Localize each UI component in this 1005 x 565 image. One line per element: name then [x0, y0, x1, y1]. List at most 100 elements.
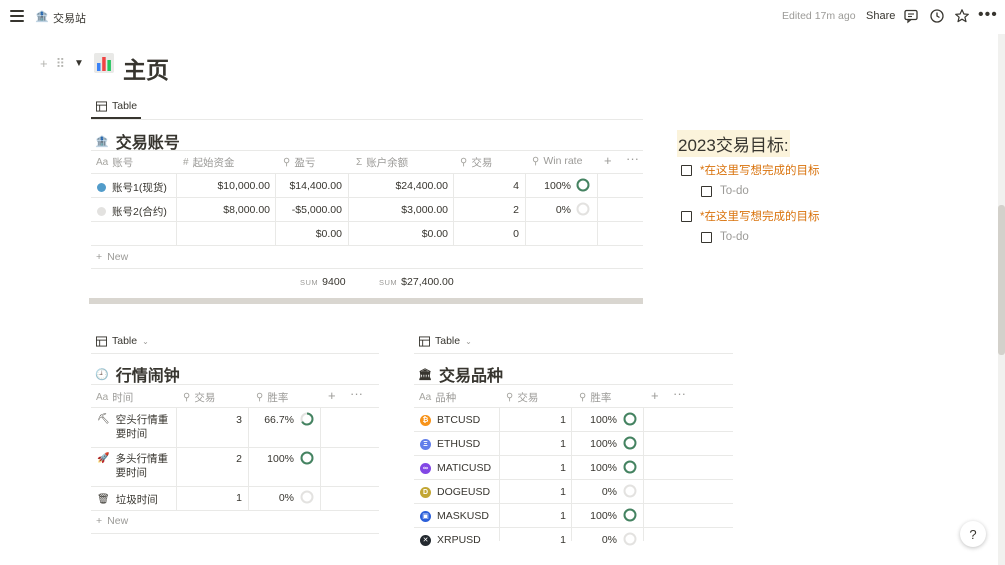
more-options-icon[interactable]: ··· [673, 386, 686, 401]
column-divider [643, 407, 644, 541]
trades-cell[interactable]: 1 [503, 438, 566, 450]
column-header-trades[interactable]: ⚲ 交易 [506, 390, 538, 405]
account-name-cell[interactable]: 账号2(合约) [97, 204, 167, 219]
clock-icon[interactable] [929, 8, 945, 24]
winrate-cell[interactable]: 0% [575, 486, 617, 498]
bar-chart-icon[interactable] [93, 52, 115, 74]
column-header-trades[interactable]: ⚲ 交易 [183, 390, 215, 405]
checkbox[interactable] [681, 164, 692, 176]
trades-cell[interactable]: 1 [503, 486, 566, 498]
symbol-name-cell[interactable]: ✕ XRPUSD [420, 534, 481, 546]
alarm-name-cell[interactable]: 🗑 垃圾时间 [97, 492, 158, 507]
add-block-icon[interactable]: + [40, 56, 48, 72]
column-header-winrate[interactable]: ⚲ Win rate [532, 155, 582, 167]
balance-cell[interactable]: $3,000.00 [352, 204, 448, 216]
share-button[interactable]: Share [866, 10, 895, 22]
trades-cell[interactable]: 1 [503, 462, 566, 474]
winrate-cell[interactable]: 100% [528, 180, 571, 192]
horizontal-scrollbar[interactable] [89, 298, 643, 304]
toggle-triangle-icon[interactable]: ▼ [74, 58, 84, 69]
winrate-cell[interactable]: 100% [252, 453, 294, 465]
winrate-cell[interactable]: 100% [575, 510, 617, 522]
account-name-cell[interactable]: 账号1(现货) [97, 180, 167, 195]
winrate-cell[interactable]: 100% [575, 414, 617, 426]
sum-balance[interactable]: SUM $27,400.00 [379, 276, 454, 288]
column-header-winrate[interactable]: ⚲ 胜率 [256, 390, 288, 405]
winrate-cell[interactable]: 0% [252, 492, 294, 504]
trades-cell[interactable]: 0 [456, 228, 519, 240]
breadcrumb[interactable]: 交易站 [53, 10, 86, 26]
database-title-symbols[interactable]: 🏛 交易品种 [418, 362, 503, 386]
trades-cell[interactable]: 1 [503, 414, 566, 426]
balance-cell[interactable]: $24,400.00 [352, 180, 448, 192]
comment-icon[interactable] [903, 8, 919, 24]
winrate-cell[interactable]: 100% [575, 438, 617, 450]
winrate-cell[interactable]: 66.7% [252, 414, 294, 426]
column-header-trades[interactable]: ⚲ 交易 [460, 155, 492, 170]
new-row-button[interactable]: + New [96, 515, 128, 527]
add-column-icon[interactable]: + [651, 388, 659, 403]
block-handles: + ⠿ [40, 56, 65, 72]
trades-cell[interactable]: 1 [503, 510, 566, 522]
star-icon[interactable] [954, 8, 970, 24]
trades-cell[interactable]: 2 [180, 453, 242, 465]
sub-todo-item[interactable]: To-do [701, 185, 749, 197]
trades-cell[interactable]: 3 [180, 414, 242, 426]
winrate-cell[interactable]: 0% [528, 204, 571, 216]
checkbox[interactable] [681, 210, 692, 222]
winrate-cell[interactable]: 100% [575, 462, 617, 474]
pnl-cell[interactable]: $0.00 [278, 228, 342, 240]
column-header-winrate[interactable]: ⚲ 胜率 [579, 390, 611, 405]
alarm-name-cell[interactable]: ⛏ 空头行情重要时间 [97, 413, 173, 441]
menu-icon[interactable] [10, 9, 24, 23]
trades-cell[interactable]: 2 [456, 204, 519, 216]
checkbox[interactable] [701, 185, 712, 197]
column-header-time[interactable]: Aa 时间 [96, 390, 133, 405]
add-column-icon[interactable]: + [328, 388, 336, 403]
symbol-name-cell[interactable]: D DOGEUSD [420, 486, 490, 498]
more-options-icon[interactable]: ··· [350, 386, 363, 401]
new-row-button[interactable]: + New [96, 251, 128, 263]
row-border [91, 486, 379, 487]
sub-todo-item[interactable]: To-do [701, 231, 749, 243]
more-icon[interactable]: ••• [978, 6, 998, 24]
tab-table-symbols[interactable]: Table ⌄ [419, 335, 472, 347]
symbol-name-cell[interactable]: ▣ MASKUSD [420, 510, 489, 522]
doge-icon: D [420, 486, 431, 498]
todo-text: To-do [720, 185, 749, 197]
table-icon [96, 335, 107, 347]
column-header-start-capital[interactable]: # 起始资金 [183, 155, 235, 170]
pnl-cell[interactable]: -$5,000.00 [278, 204, 342, 216]
column-header-pnl[interactable]: ⚲ 盈亏 [283, 155, 315, 170]
goal-todo-item[interactable]: *在这里写想完成的目标 [681, 162, 819, 178]
pnl-cell[interactable]: $14,400.00 [278, 180, 342, 192]
start-capital-cell[interactable]: $10,000.00 [180, 180, 270, 192]
trades-cell[interactable]: 1 [503, 534, 566, 546]
scrollbar-thumb[interactable] [998, 205, 1005, 355]
tab-table-accounts[interactable]: Table [96, 100, 137, 112]
goal-todo-item[interactable]: *在这里写想完成的目标 [681, 208, 819, 224]
database-title-alarms[interactable]: 🕘 行情闹钟 [95, 362, 180, 386]
start-capital-cell[interactable]: $8,000.00 [180, 204, 270, 216]
column-header-balance[interactable]: Σ 账户余额 [356, 155, 408, 170]
sum-pnl[interactable]: SUM 9400 [300, 276, 346, 288]
add-column-icon[interactable]: + [604, 153, 612, 168]
winrate-ring [623, 532, 637, 546]
symbol-name-cell[interactable]: ∞ MATICUSD [420, 462, 491, 474]
balance-cell[interactable]: $0.00 [352, 228, 448, 240]
symbol-name-cell[interactable]: ₿ BTCUSD [420, 414, 480, 426]
column-header-account[interactable]: Aa 账号 [96, 155, 133, 170]
column-header-symbol[interactable]: Aa 品种 [419, 390, 456, 405]
trades-cell[interactable]: 4 [456, 180, 519, 192]
winrate-cell[interactable]: 0% [575, 534, 617, 546]
column-label: 账号 [112, 157, 134, 169]
drag-handle-icon[interactable]: ⠿ [56, 56, 66, 72]
todo-text: *在这里写想完成的目标 [700, 211, 820, 223]
checkbox[interactable] [701, 231, 712, 243]
help-button[interactable]: ? [960, 521, 986, 547]
more-options-icon[interactable]: ··· [626, 151, 639, 166]
tab-table-alarms[interactable]: Table ⌄ [96, 335, 149, 347]
symbol-name-cell[interactable]: Ξ ETHUSD [420, 438, 480, 450]
trades-cell[interactable]: 1 [180, 492, 242, 504]
alarm-name-cell[interactable]: 🚀 多头行情重要时间 [97, 452, 173, 480]
